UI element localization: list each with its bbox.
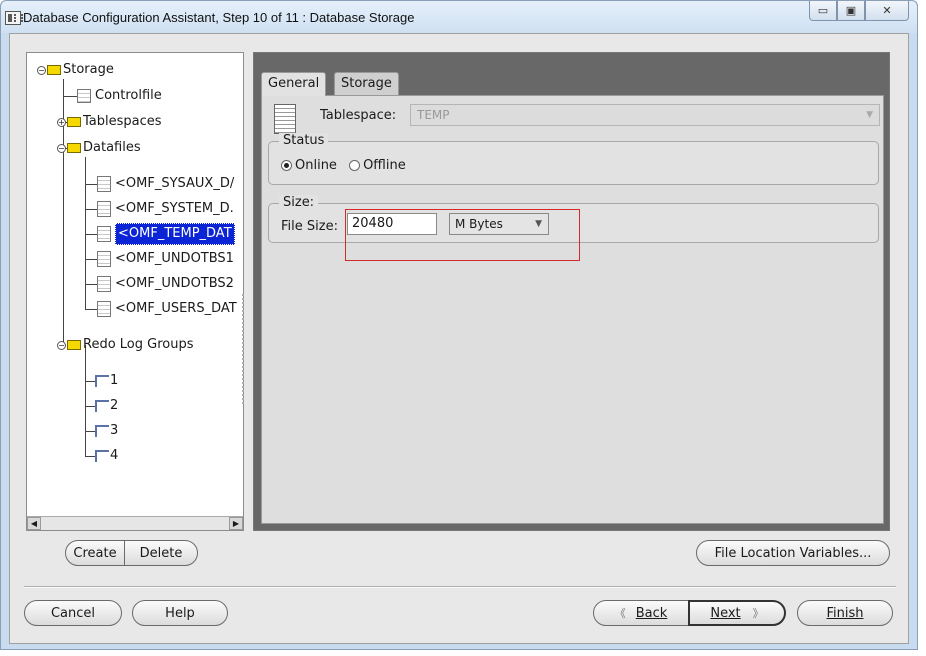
- maximize-button[interactable]: ▣: [837, 1, 865, 21]
- datafile-icon: [97, 176, 111, 192]
- dialog-client-area: − Storage Controlfile + Tablespaces − Da…: [9, 33, 909, 644]
- minimize-button[interactable]: ▭: [809, 1, 837, 21]
- tablespace-select: TEMP ▼: [410, 104, 880, 126]
- datafile-icon: [97, 226, 111, 242]
- redo-log-icon: [95, 450, 109, 462]
- divider: [24, 586, 896, 588]
- cancel-button[interactable]: Cancel: [24, 600, 122, 626]
- radio-selected-icon: [281, 160, 292, 171]
- tree-label: Storage: [63, 62, 114, 77]
- storage-tree[interactable]: − Storage Controlfile + Tablespaces − Da…: [26, 52, 244, 531]
- collapse-icon[interactable]: −: [37, 65, 46, 75]
- tree-node-redo-group[interactable]: 2: [95, 396, 118, 416]
- folder-icon: [47, 65, 61, 75]
- tree-label: <OMF_UNDOTBS1: [115, 251, 234, 266]
- online-radio[interactable]: Online: [281, 158, 337, 173]
- annotation-highlight-box: [345, 209, 580, 261]
- chevron-down-icon: ▼: [866, 110, 873, 120]
- status-group-title: Status: [279, 133, 329, 148]
- tree-label: 3: [110, 423, 119, 438]
- tablespace-value: TEMP: [417, 108, 450, 122]
- dbca-window: Database Configuration Assistant, Step 1…: [0, 0, 918, 650]
- offline-label: Offline: [363, 158, 406, 173]
- scroll-right-icon[interactable]: ▶: [229, 517, 243, 530]
- tree-label: <OMF_SYSAUX_D/: [115, 176, 235, 191]
- collapse-icon[interactable]: −: [57, 340, 66, 350]
- tab-general[interactable]: General: [261, 72, 327, 96]
- tree-node-tablespaces[interactable]: + Tablespaces: [57, 112, 162, 132]
- tree-label: <OMF_TEMP_DAT: [115, 223, 235, 245]
- tree-node-datafile[interactable]: <OMF_SYSTEM_D.: [97, 199, 234, 219]
- back-label: Back: [635, 605, 668, 621]
- pane-splitter[interactable]: [242, 294, 248, 404]
- redo-log-icon: [95, 375, 109, 387]
- tree-node-datafile[interactable]: <OMF_UNDOTBS1: [97, 249, 234, 269]
- back-arrow-icon: 《: [614, 607, 626, 620]
- tree-node-datafile-selected[interactable]: <OMF_TEMP_DAT: [97, 223, 235, 245]
- tree-horizontal-scrollbar[interactable]: ◀ ▶: [27, 516, 243, 530]
- controlfile-icon: [77, 89, 91, 103]
- tree-node-controlfile[interactable]: Controlfile: [77, 86, 162, 106]
- tablespace-icon: [274, 104, 296, 134]
- tree-node-datafile[interactable]: <OMF_UNDOTBS2: [97, 274, 234, 294]
- tree-label: Datafiles: [83, 140, 141, 155]
- tree-label: 1: [110, 373, 119, 388]
- tree-node-datafile[interactable]: <OMF_SYSAUX_D/: [97, 174, 234, 194]
- datafile-icon: [97, 201, 111, 217]
- datafile-icon: [97, 251, 111, 267]
- next-button[interactable]: Next 》: [688, 600, 786, 626]
- status-group: Status Online Offline: [268, 133, 879, 185]
- online-label: Online: [295, 158, 337, 173]
- tree-node-redo-group[interactable]: 3: [95, 421, 118, 441]
- redo-log-icon: [95, 400, 109, 412]
- tree-label: <OMF_UNDOTBS2: [115, 276, 234, 291]
- help-button[interactable]: Help: [132, 600, 228, 626]
- finish-button[interactable]: Finish: [797, 600, 893, 626]
- file-location-variables-button[interactable]: File Location Variables...: [696, 540, 890, 566]
- next-label: Next: [710, 605, 741, 621]
- window-title: Database Configuration Assistant, Step 1…: [23, 10, 415, 25]
- tree-node-redo-log-groups[interactable]: − Redo Log Groups: [57, 335, 194, 355]
- app-icon: [5, 11, 23, 25]
- tree-node-storage[interactable]: − Storage: [37, 60, 114, 80]
- delete-button[interactable]: Delete: [124, 540, 198, 566]
- expand-icon[interactable]: +: [57, 117, 66, 127]
- back-button[interactable]: 《 Back: [593, 600, 689, 626]
- close-button[interactable]: ✕: [865, 1, 909, 21]
- scroll-left-icon[interactable]: ◀: [27, 517, 41, 530]
- tablespace-label: Tablespace:: [320, 108, 397, 123]
- tree-node-datafiles[interactable]: − Datafiles: [57, 138, 141, 158]
- folder-icon: [67, 143, 81, 153]
- radio-unselected-icon: [349, 160, 361, 171]
- status-radios: Online Offline: [281, 158, 406, 173]
- tree-label: Controlfile: [95, 88, 162, 103]
- tab-storage[interactable]: Storage: [334, 72, 399, 96]
- offline-radio[interactable]: Offline: [349, 158, 406, 173]
- folder-icon: [67, 340, 81, 350]
- tree-node-redo-group[interactable]: 1: [95, 371, 118, 391]
- redo-log-icon: [95, 425, 109, 437]
- window-controls: ▭ ▣ ✕: [809, 1, 909, 21]
- file-size-label: File Size:: [281, 219, 338, 234]
- tree-label: Redo Log Groups: [83, 337, 194, 352]
- create-button[interactable]: Create: [65, 540, 125, 566]
- folder-icon: [67, 117, 81, 127]
- tree-label: Tablespaces: [83, 114, 162, 129]
- tree-label: <OMF_USERS_DAT: [115, 301, 237, 316]
- collapse-icon[interactable]: −: [57, 143, 66, 153]
- finish-label: Finish: [826, 605, 864, 621]
- tree-node-datafile[interactable]: <OMF_USERS_DAT: [97, 299, 237, 319]
- datafile-icon: [97, 276, 111, 292]
- size-group-title: Size:: [279, 195, 319, 210]
- tree-label: <OMF_SYSTEM_D.: [115, 201, 234, 216]
- datafile-icon: [97, 301, 111, 317]
- title-bar: Database Configuration Assistant, Step 1…: [1, 1, 917, 33]
- next-arrow-icon: 》: [752, 607, 764, 620]
- tree-node-redo-group[interactable]: 4: [95, 446, 118, 466]
- properties-panel: General Storage Tablespace: TEMP ▼ Statu…: [253, 52, 890, 531]
- general-tab-content: Tablespace: TEMP ▼ Status Online Offline…: [261, 95, 884, 524]
- tree-label: 2: [110, 398, 119, 413]
- tree-label: 4: [110, 448, 119, 463]
